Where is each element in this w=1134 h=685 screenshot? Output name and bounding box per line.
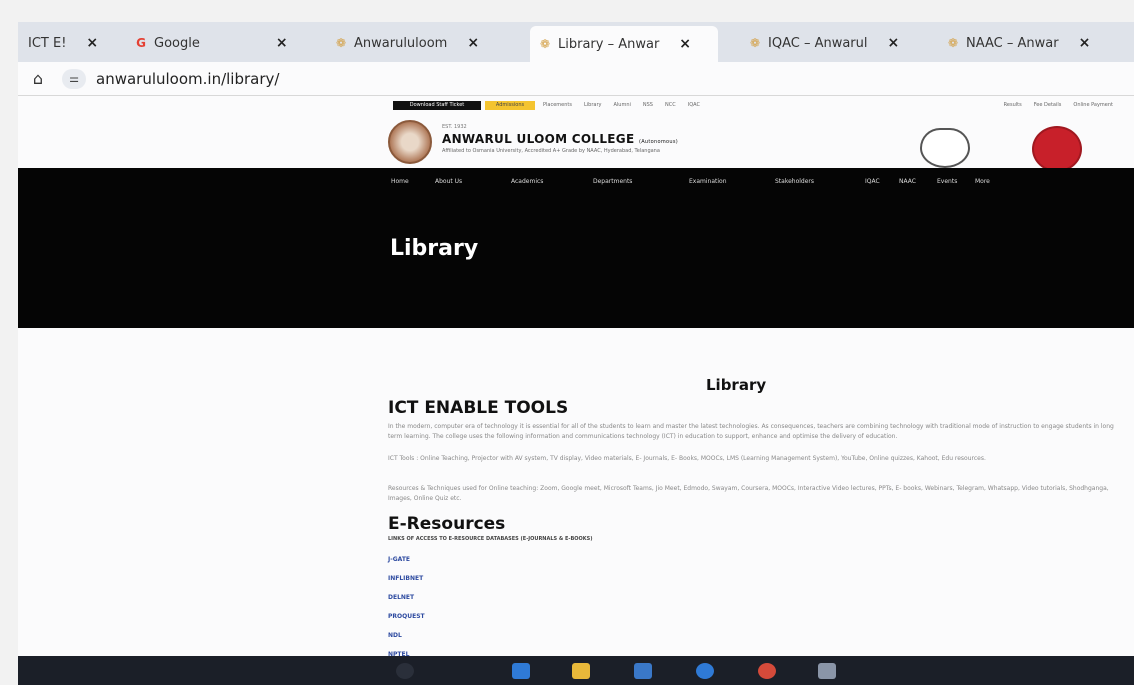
nav-item-naac[interactable]: NAAC bbox=[899, 178, 937, 185]
edge-icon[interactable] bbox=[696, 663, 714, 679]
chrome-icon[interactable] bbox=[758, 663, 776, 679]
browser-app-icon[interactable] bbox=[512, 663, 530, 679]
browser-tab-strip: ICT E! × G Google × ❁ Anwarululoom × ❁ L… bbox=[18, 22, 1134, 62]
section-heading-eresources: E-Resources bbox=[388, 514, 506, 534]
topbar-link[interactable]: Online Payment bbox=[1073, 102, 1113, 108]
download-button[interactable]: Download Staff Ticket bbox=[393, 101, 481, 110]
site-logo-icon: ❁ bbox=[749, 36, 761, 50]
nav-item-examination[interactable]: Examination bbox=[689, 178, 775, 185]
nav-item-home[interactable]: Home bbox=[391, 178, 435, 185]
page-title: Library bbox=[706, 376, 767, 394]
tab-library[interactable]: ❁ Library – Anwar × bbox=[530, 26, 718, 62]
topbar-link[interactable]: Alumni bbox=[613, 102, 630, 108]
topbar-link[interactable]: Library bbox=[584, 102, 601, 108]
site-logo-icon: ❁ bbox=[539, 37, 551, 51]
topbar-link[interactable]: IQAC bbox=[688, 102, 700, 108]
nav-item-stakeholders[interactable]: Stakeholders bbox=[775, 178, 865, 185]
section-heading-ict: ICT ENABLE TOOLS bbox=[388, 398, 569, 418]
resource-link-delnet[interactable]: DELNET bbox=[388, 588, 425, 607]
page-viewport: Download Staff Ticket Admissions Placeme… bbox=[18, 96, 1134, 656]
site-logo-icon: ❁ bbox=[335, 36, 347, 50]
resource-link-jgate[interactable]: J-GATE bbox=[388, 550, 425, 569]
address-bar: ⌂ ⚌ anwarululoom.in/library/ bbox=[18, 62, 1134, 96]
tab-naac[interactable]: ❁ NAAC – Anwar × bbox=[938, 29, 1098, 57]
close-icon[interactable]: × bbox=[679, 36, 691, 52]
banner-title: Library bbox=[390, 236, 479, 261]
close-icon[interactable]: × bbox=[1079, 35, 1091, 51]
tab-label: NAAC – Anwar bbox=[966, 35, 1059, 51]
eresources-subtitle: LINKS OF ACCESS TO E-RESOURCE DATABASES … bbox=[388, 536, 593, 542]
topbar-link[interactable]: Placements bbox=[543, 102, 572, 108]
close-icon[interactable]: × bbox=[467, 35, 479, 51]
topbar-link[interactable]: Fee Details bbox=[1034, 102, 1062, 108]
close-icon[interactable]: × bbox=[888, 35, 900, 51]
resource-link-inflibnet[interactable]: INFLIBNET bbox=[388, 569, 425, 588]
close-icon[interactable]: × bbox=[276, 35, 288, 51]
paragraph: In the modern, computer era of technolog… bbox=[388, 423, 1114, 440]
tab-label: IQAC – Anwarul bbox=[768, 35, 868, 51]
nav-menu: Home About Us Academics Departments Exam… bbox=[391, 178, 1005, 185]
topbar-link[interactable]: Results bbox=[1004, 102, 1022, 108]
college-subtitle: Affiliated to Osmania University, Accred… bbox=[442, 148, 660, 154]
resource-link-nptel[interactable]: NPTEL bbox=[388, 645, 425, 656]
app-icon[interactable] bbox=[818, 663, 836, 679]
site-topbar: Download Staff Ticket Admissions Placeme… bbox=[393, 100, 1113, 112]
emblem-shield-icon bbox=[920, 128, 970, 168]
site-logo-icon: ❁ bbox=[947, 36, 959, 50]
main-navbar: Home About Us Academics Departments Exam… bbox=[18, 168, 1134, 328]
tab-label: Library – Anwar bbox=[558, 36, 660, 52]
tab-google[interactable]: G Google × bbox=[126, 29, 296, 57]
college-name-text: ANWARUL ULOOM COLLEGE bbox=[442, 132, 635, 146]
search-icon[interactable] bbox=[396, 663, 414, 679]
nav-item-iqac[interactable]: IQAC bbox=[865, 178, 899, 185]
store-icon[interactable] bbox=[634, 663, 652, 679]
url-field[interactable]: anwarululoom.in/library/ bbox=[96, 70, 279, 88]
nav-item-academics[interactable]: Academics bbox=[511, 178, 593, 185]
resource-link-ndl[interactable]: NDL bbox=[388, 626, 425, 645]
close-icon[interactable]: × bbox=[86, 35, 98, 51]
college-logo-icon[interactable] bbox=[388, 120, 432, 164]
admissions-button[interactable]: Admissions bbox=[485, 101, 535, 110]
site-brand[interactable]: EST. 1932 ANWARUL ULOOM COLLEGE (Autonom… bbox=[388, 118, 768, 168]
nav-item-departments[interactable]: Departments bbox=[593, 178, 689, 185]
tab-label: Google bbox=[154, 35, 200, 51]
site-info-icon[interactable]: ⚌ bbox=[62, 68, 86, 89]
paragraph: Resources & Techniques used for Online t… bbox=[388, 485, 1109, 502]
emblem-seal-icon bbox=[1032, 126, 1082, 172]
nav-item-about[interactable]: About Us bbox=[435, 178, 511, 185]
os-taskbar bbox=[18, 656, 1134, 685]
nav-item-more[interactable]: More bbox=[975, 178, 1005, 185]
tab-label: ICT E! bbox=[28, 35, 67, 51]
topbar-right-links: Results Fee Details Online Payment bbox=[1004, 102, 1113, 108]
resource-links: J-GATE INFLIBNET DELNET PROQUEST NDL NPT… bbox=[388, 550, 425, 656]
folder-icon[interactable] bbox=[572, 663, 590, 679]
resource-link-proquest[interactable]: PROQUEST bbox=[388, 607, 425, 626]
tab-ict[interactable]: ICT E! × bbox=[20, 29, 106, 57]
google-icon: G bbox=[136, 36, 146, 50]
home-icon[interactable]: ⌂ bbox=[28, 69, 48, 88]
nav-item-events[interactable]: Events bbox=[937, 178, 975, 185]
topbar-link[interactable]: NCC bbox=[665, 102, 676, 108]
college-name-suffix: (Autonomous) bbox=[638, 139, 678, 145]
tab-label: Anwarululoom bbox=[354, 35, 448, 51]
est-year: EST. 1932 bbox=[442, 124, 467, 130]
tab-anwarululoom[interactable]: ❁ Anwarululoom × bbox=[326, 29, 487, 57]
topbar-link[interactable]: NSS bbox=[643, 102, 653, 108]
topbar-links: Placements Library Alumni NSS NCC IQAC bbox=[543, 102, 700, 108]
paragraph: ICT Tools : Online Teaching, Projector w… bbox=[388, 455, 986, 462]
college-name: ANWARUL ULOOM COLLEGE (Autonomous) bbox=[442, 132, 678, 146]
tab-iqac[interactable]: ❁ IQAC – Anwarul × bbox=[740, 29, 907, 57]
